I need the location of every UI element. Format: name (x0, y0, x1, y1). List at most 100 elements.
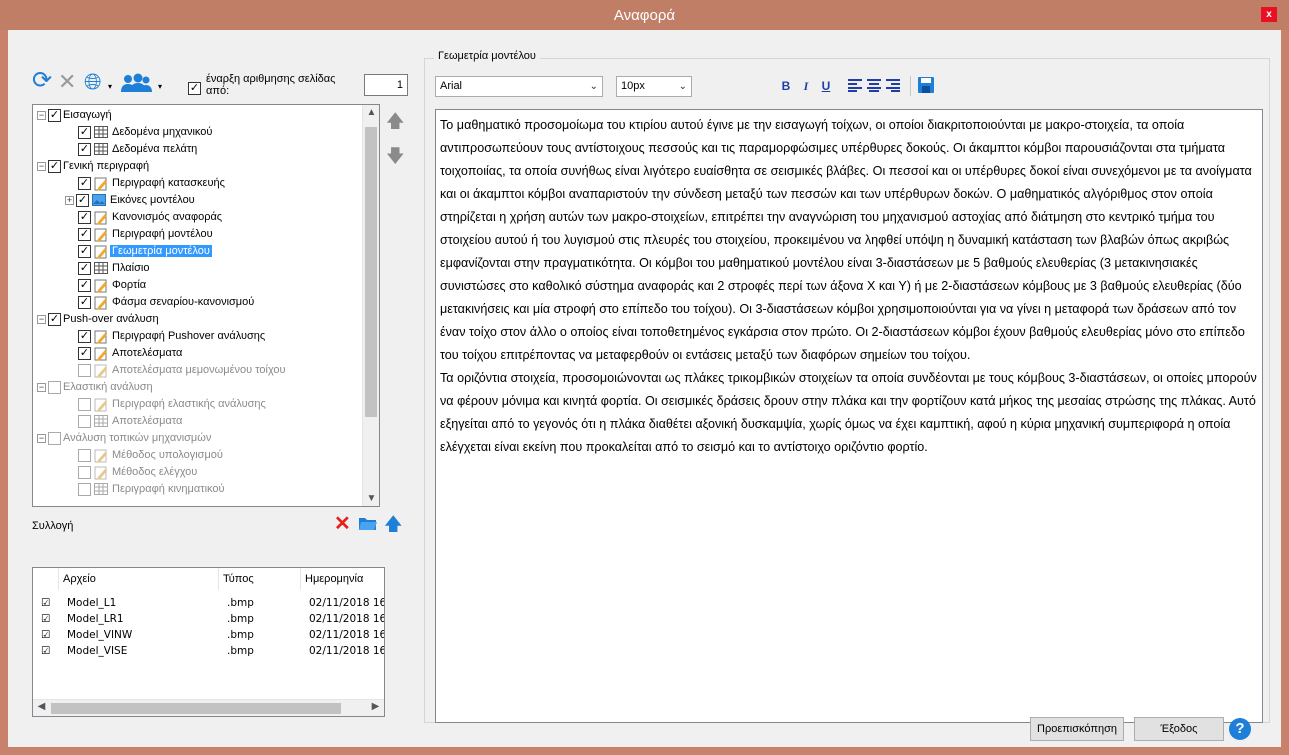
tree-checkbox[interactable]: ✓ (78, 296, 91, 309)
tree-node[interactable]: Αποτελέσματα (65, 413, 184, 430)
row-checkbox[interactable]: ☑ (41, 643, 50, 659)
collection-grid[interactable]: Αρχείο Τύπος Ημερομηνία ☑ Model_L1 .bmp 02/… (32, 567, 385, 717)
column-header-date[interactable]: Ημερομηνία (301, 568, 384, 590)
align-center-icon[interactable] (867, 78, 881, 92)
tree-scrollbar[interactable]: ▲ ▼ (362, 105, 379, 506)
tree-checkbox[interactable]: ✓ (78, 347, 91, 360)
tree-node[interactable]: + ✓ Εικόνες μοντέλου (65, 192, 197, 209)
tree-checkbox[interactable]: ✓ (48, 160, 61, 173)
refresh-icon[interactable]: ⟳ (32, 69, 52, 93)
collapse-icon[interactable]: − (37, 383, 46, 392)
tree-node[interactable]: ✓ Κανονισμός αναφοράς (65, 209, 224, 226)
tree-checkbox[interactable] (78, 449, 91, 462)
edit-icon (93, 296, 108, 310)
size-select[interactable]: 10px ⌄ (616, 76, 692, 97)
tree-checkbox[interactable]: ✓ (76, 194, 89, 207)
tree-node[interactable]: ✓ Περιγραφή μοντέλου (65, 226, 215, 243)
tree-node[interactable]: ✓ Φάσμα σεναρίου-κανονισμού (65, 294, 256, 311)
tree-checkbox[interactable] (78, 466, 91, 479)
close-button[interactable]: x (1261, 7, 1277, 22)
users-icon[interactable] (120, 72, 154, 94)
users-dropdown-icon[interactable]: ▾ (158, 82, 162, 91)
tree-checkbox[interactable]: ✓ (48, 109, 61, 122)
page-start-input[interactable]: 1 (364, 74, 408, 96)
save-icon[interactable] (918, 77, 934, 93)
tree-checkbox[interactable] (78, 483, 91, 496)
tree-scroll-thumb[interactable] (365, 127, 377, 417)
globe-icon[interactable]: 🌐︎ (84, 71, 102, 93)
row-checkbox[interactable]: ☑ (41, 595, 50, 611)
tree-node[interactable]: Περιγραφή ελαστικής ανάλυσης (65, 396, 268, 413)
tree-node[interactable]: ✓ Πλαίσιο (65, 260, 151, 277)
collapse-icon[interactable]: − (37, 111, 46, 120)
tree-node[interactable]: − ✓ Push-over ανάλυση (37, 311, 161, 328)
tree-checkbox[interactable]: ✓ (78, 279, 91, 292)
report-text-editor[interactable]: Το μαθηματικό προσομοίωμα του κτιρίου αυ… (435, 109, 1263, 723)
collapse-icon[interactable]: − (37, 315, 46, 324)
tree-node[interactable]: ✓ Δεδομένα πελάτη (65, 141, 199, 158)
align-right-icon[interactable] (886, 78, 900, 92)
remove-icon[interactable]: ✕ (334, 511, 351, 536)
collapse-icon[interactable]: − (37, 162, 46, 171)
tree-node[interactable]: − Ανάλυση τοπικών μηχανισμών (37, 430, 213, 447)
upload-icon[interactable]: 🡅 (384, 512, 403, 542)
tree-node[interactable]: ✓ Περιγραφή κατασκευής (65, 175, 227, 192)
tree-checkbox[interactable]: ✓ (48, 313, 61, 326)
tree-checkbox[interactable] (78, 398, 91, 411)
open-folder-icon[interactable] (358, 514, 378, 532)
row-checkbox[interactable]: ☑ (41, 611, 50, 627)
tree-checkbox[interactable]: ✓ (78, 245, 91, 258)
tree-checkbox[interactable]: ✓ (78, 262, 91, 275)
row-checkbox[interactable]: ☑ (41, 627, 50, 643)
align-left-icon[interactable] (848, 78, 862, 92)
italic-button[interactable]: I (798, 76, 814, 96)
delete-icon[interactable]: ✕ (58, 71, 76, 93)
bold-button[interactable]: B (778, 76, 794, 96)
scroll-left-icon[interactable]: ◀ (33, 701, 50, 712)
report-tree[interactable]: − ✓ Εισαγωγή ✓ Δεδομένα μηχανικού ✓ Δεδομένα π… (32, 104, 380, 507)
expand-icon[interactable]: + (65, 196, 74, 205)
toolbar-divider (910, 76, 911, 96)
exit-button[interactable]: Έξοδος (1134, 717, 1224, 741)
preview-button[interactable]: Προεπισκόπηση (1030, 717, 1124, 741)
scroll-down-icon[interactable]: ▼ (363, 493, 379, 504)
help-icon[interactable]: ? (1229, 718, 1251, 740)
column-header-type[interactable]: Τύπος (219, 568, 301, 590)
tree-node[interactable]: − Ελαστική ανάλυση (37, 379, 155, 396)
move-down-icon[interactable]: 🡇 (386, 144, 405, 174)
tree-checkbox[interactable]: ✓ (78, 330, 91, 343)
edit-icon (93, 466, 108, 480)
tree-checkbox[interactable]: ✓ (78, 143, 91, 156)
column-header-file[interactable]: Αρχείο (59, 568, 219, 590)
scroll-up-icon[interactable]: ▲ (363, 107, 379, 118)
font-select[interactable]: Arial ⌄ (435, 76, 603, 97)
tree-node[interactable]: ✓ Αποτελέσματα (65, 345, 184, 362)
underline-button[interactable]: U (818, 76, 834, 96)
tree-checkbox[interactable] (78, 415, 91, 428)
tree-node[interactable]: ✓ Φορτία (65, 277, 148, 294)
tree-node-label: Περιγραφή κατασκευής (112, 177, 225, 189)
tree-checkbox[interactable]: ✓ (78, 211, 91, 224)
move-up-icon[interactable]: 🡅 (386, 109, 405, 139)
grid-hscrollbar[interactable]: ◀ ▶ (33, 699, 384, 716)
tree-checkbox[interactable] (48, 432, 61, 445)
tree-node[interactable]: − ✓ Γενική περιγραφή (37, 158, 151, 175)
tree-node[interactable]: Αποτελέσματα μεμονωμένου τοίχου (65, 362, 288, 379)
collapse-icon[interactable]: − (37, 434, 46, 443)
globe-dropdown-icon[interactable]: ▾ (108, 82, 112, 91)
tree-node[interactable]: ✓ Δεδομένα μηχανικού (65, 124, 214, 141)
tree-checkbox[interactable]: ✓ (78, 126, 91, 139)
tree-node[interactable]: ✓ Περιγραφή Pushover ανάλυσης (65, 328, 267, 345)
tree-checkbox[interactable] (78, 364, 91, 377)
tree-node[interactable]: Μέθοδος υπολογισμού (65, 447, 225, 464)
tree-checkbox[interactable]: ✓ (78, 177, 91, 190)
scroll-right-icon[interactable]: ▶ (367, 701, 384, 712)
tree-node[interactable]: Μέθοδος ελέγχου (65, 464, 199, 481)
tree-node[interactable]: − ✓ Εισαγωγή (37, 107, 114, 124)
tree-node[interactable]: Περιγραφή κινηματικού (65, 481, 227, 498)
grid-scroll-thumb[interactable] (51, 703, 341, 714)
tree-node[interactable]: ✓ Γεωμετρία μοντέλου (65, 243, 212, 260)
tree-checkbox[interactable] (48, 381, 61, 394)
tree-checkbox[interactable]: ✓ (78, 228, 91, 241)
page-numbering-checkbox[interactable]: ✓ (188, 81, 201, 96)
